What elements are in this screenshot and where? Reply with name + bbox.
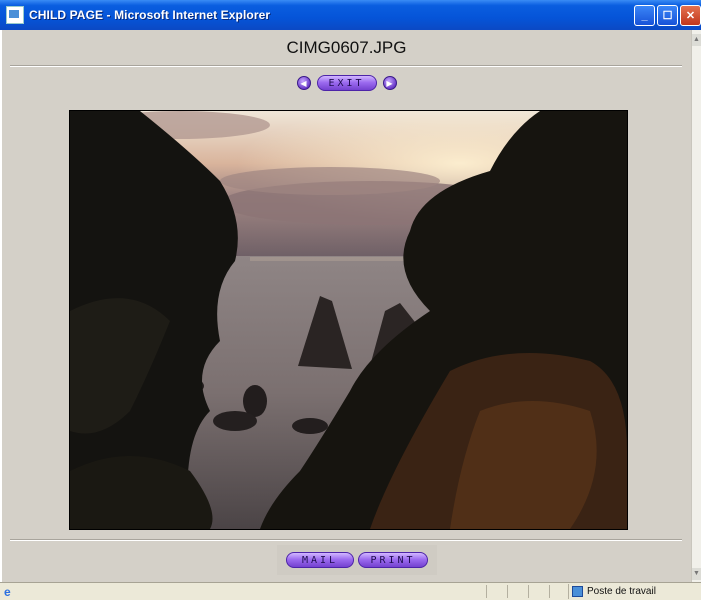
action-bar: MAIL PRINT bbox=[277, 545, 437, 575]
page-content: CIMG0607.JPG ◀ EXIT ▶ MAIL PRINT bbox=[0, 30, 691, 582]
print-button[interactable]: PRINT bbox=[358, 552, 428, 568]
prev-arrow-icon[interactable]: ◀ bbox=[296, 76, 311, 90]
maximize-button[interactable]: ☐ bbox=[657, 5, 678, 26]
page-title: CIMG0607.JPG bbox=[286, 38, 407, 57]
status-panels bbox=[486, 585, 570, 598]
photo-image bbox=[70, 111, 627, 529]
divider-bottom bbox=[10, 539, 682, 541]
photo bbox=[69, 110, 628, 530]
minimize-button[interactable]: _ bbox=[634, 5, 655, 26]
security-zone: Poste de travail bbox=[568, 584, 656, 599]
next-arrow-icon[interactable]: ▶ bbox=[382, 76, 397, 90]
image-nav: ◀ EXIT ▶ bbox=[2, 75, 691, 91]
divider-top bbox=[10, 65, 682, 67]
ie-page-icon bbox=[6, 6, 24, 24]
window-titlebar[interactable]: CHILD PAGE - Microsoft Internet Explorer… bbox=[0, 0, 701, 30]
scroll-up-icon[interactable]: ▲ bbox=[692, 34, 701, 46]
mail-button[interactable]: MAIL bbox=[286, 552, 354, 568]
window-title: CHILD PAGE - Microsoft Internet Explorer bbox=[29, 8, 271, 22]
exit-button[interactable]: EXIT bbox=[316, 75, 377, 91]
computer-icon bbox=[572, 586, 583, 597]
zone-label: Poste de travail bbox=[587, 586, 656, 597]
window-controls: _ ☐ ✕ bbox=[634, 5, 701, 26]
close-button[interactable]: ✕ bbox=[680, 5, 701, 26]
status-bar: e Poste de travail bbox=[0, 582, 701, 600]
ie-status-icon: e bbox=[4, 584, 11, 599]
vertical-scrollbar[interactable]: ▲ ▼ bbox=[691, 30, 701, 582]
scroll-down-icon[interactable]: ▼ bbox=[692, 568, 701, 580]
